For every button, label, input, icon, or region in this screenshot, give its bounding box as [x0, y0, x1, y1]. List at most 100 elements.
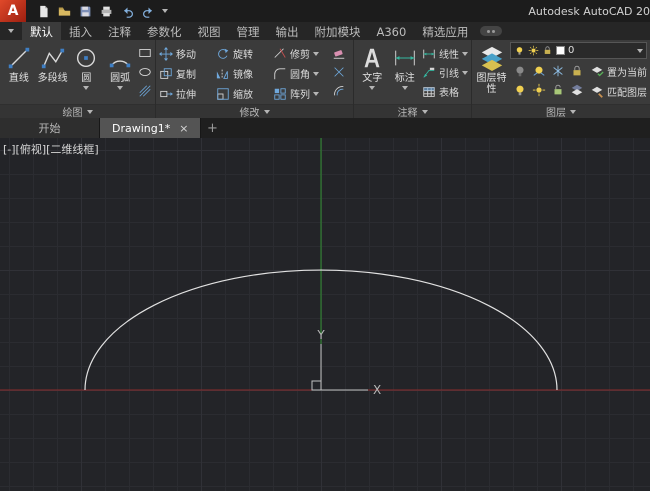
layer-dropdown-caret[interactable] — [637, 48, 643, 53]
tab-output[interactable]: 输出 — [268, 22, 307, 40]
text-icon — [359, 45, 385, 71]
array-button[interactable]: 阵列 — [273, 84, 330, 103]
app-menu-icon[interactable] — [0, 22, 22, 40]
current-layer-name: 0 — [568, 45, 575, 56]
undo-icon[interactable] — [120, 4, 135, 19]
leader-flyout-caret[interactable] — [462, 70, 468, 75]
leader-button[interactable]: 引线 — [422, 63, 468, 82]
plot-icon[interactable] — [99, 4, 114, 19]
circle-button[interactable]: 圆 — [71, 42, 103, 104]
panel-annotation: 文字 标注 线性 引线 表格 注释 — [354, 40, 472, 119]
hatch-button[interactable] — [138, 83, 152, 99]
layer-on-button[interactable] — [510, 80, 529, 99]
layer-off-button[interactable] — [510, 61, 529, 80]
infocenter-icon[interactable] — [480, 22, 503, 40]
polyline-icon — [40, 45, 66, 71]
layer-select-dropdown[interactable]: 0 — [510, 42, 647, 59]
new-tab-button[interactable]: + — [201, 118, 223, 138]
autocad-logo[interactable]: A — [0, 0, 26, 22]
ucs-icon: Y X — [311, 328, 381, 397]
table-button[interactable]: 表格 — [422, 82, 468, 101]
tab-manage[interactable]: 管理 — [229, 22, 268, 40]
trim-flyout-caret[interactable] — [313, 51, 319, 56]
tab-insert[interactable]: 插入 — [61, 22, 100, 40]
tab-parametric[interactable]: 参数化 — [139, 22, 190, 40]
linear-dim-button[interactable]: 线性 — [422, 44, 468, 63]
layer-isolate-button[interactable] — [529, 61, 548, 80]
dimension-button[interactable]: 标注 — [390, 42, 421, 104]
dimension-icon — [392, 45, 418, 71]
open-folder-icon[interactable] — [57, 4, 72, 19]
lock-icon — [542, 45, 553, 56]
panel-layers: 图层特性 0 置为当前 匹配图层 图层 — [472, 40, 650, 119]
layer-thaw-button[interactable] — [529, 80, 548, 99]
tab-featured-apps[interactable]: 精选应用 — [414, 22, 476, 40]
layer-color-swatch — [556, 46, 565, 55]
linear-flyout-caret[interactable] — [462, 51, 468, 56]
panel-title-modify[interactable]: 修改 — [156, 104, 353, 119]
tab-a360[interactable]: A360 — [369, 22, 415, 40]
save-icon[interactable] — [78, 4, 93, 19]
panel-title-annotation[interactable]: 注释 — [354, 104, 471, 119]
trim-button[interactable]: 修剪 — [273, 44, 330, 63]
file-tab-bar: 开始 Drawing1* × + — [0, 118, 650, 138]
layer-properties-icon — [479, 45, 505, 71]
rectangle-button[interactable] — [138, 45, 152, 61]
stretch-button[interactable]: 拉伸 — [159, 84, 216, 103]
circle-flyout-caret[interactable] — [83, 86, 90, 90]
close-tab-icon[interactable]: × — [179, 123, 188, 134]
ribbon-tab-bar: 默认 插入 注释 参数化 视图 管理 输出 附加模块 A360 精选应用 — [0, 22, 650, 40]
tab-home[interactable]: 默认 — [22, 22, 61, 40]
tab-annotate[interactable]: 注释 — [100, 22, 139, 40]
layer-unlock-button[interactable] — [548, 80, 567, 99]
app-title: Autodesk AutoCAD 20 — [528, 4, 650, 18]
arc-flyout-caret[interactable] — [117, 86, 124, 90]
explode-button[interactable] — [332, 64, 346, 80]
tab-addins[interactable]: 附加模块 — [307, 22, 369, 40]
ucs-y-label: Y — [316, 328, 325, 342]
workspace-caret-icon[interactable] — [162, 9, 168, 13]
mirror-button[interactable]: 镜像 — [216, 64, 273, 83]
layer-freeze-button[interactable] — [548, 61, 567, 80]
match-layer-button[interactable]: 匹配图层 — [590, 82, 647, 101]
ribbon: 直线 多段线 圆 圆弧 绘图 移动 旋转 修剪 复制 镜像 圆角 拉伸 缩放 阵… — [0, 40, 650, 119]
scale-button[interactable]: 缩放 — [216, 84, 273, 103]
copy-button[interactable]: 复制 — [159, 64, 216, 83]
drawing-area[interactable]: [-][俯视][二维线框] Y X — [0, 138, 650, 491]
fillet-flyout-caret[interactable] — [313, 71, 319, 76]
ucs-x-label: X — [373, 383, 381, 397]
arc-button[interactable]: 圆弧 — [104, 42, 136, 104]
offset-button[interactable] — [332, 83, 346, 99]
layer-properties-button[interactable]: 图层特性 — [475, 42, 508, 104]
rotate-button[interactable]: 旋转 — [216, 44, 273, 63]
text-button[interactable]: 文字 — [357, 42, 388, 104]
redo-icon[interactable] — [141, 4, 156, 19]
set-current-button[interactable]: 置为当前 — [590, 62, 647, 81]
array-flyout-caret[interactable] — [313, 91, 319, 96]
file-tab-start[interactable]: 开始 — [0, 118, 100, 138]
polyline-button[interactable]: 多段线 — [37, 42, 69, 104]
line-button[interactable]: 直线 — [3, 42, 35, 104]
panel-title-draw[interactable]: 绘图 — [0, 104, 155, 119]
panel-title-layers[interactable]: 图层 — [472, 104, 650, 119]
panel-draw: 直线 多段线 圆 圆弧 绘图 — [0, 40, 156, 119]
model-space: Y X — [0, 138, 650, 397]
arc-icon — [107, 45, 133, 71]
layer-fade-button[interactable] — [567, 80, 586, 99]
file-tab-drawing1[interactable]: Drawing1* × — [100, 118, 202, 138]
text-flyout-caret[interactable] — [369, 86, 376, 90]
ellipse-button[interactable] — [138, 64, 152, 80]
sun-icon — [528, 45, 539, 56]
erase-button[interactable] — [332, 45, 346, 61]
layer-lock-button[interactable] — [567, 61, 586, 80]
panel-modify: 移动 旋转 修剪 复制 镜像 圆角 拉伸 缩放 阵列 修改 — [156, 40, 354, 119]
move-button[interactable]: 移动 — [159, 44, 216, 63]
new-file-icon[interactable] — [36, 4, 51, 19]
fillet-button[interactable]: 圆角 — [273, 64, 330, 83]
circle-icon — [73, 45, 99, 71]
line-icon — [6, 45, 32, 71]
dimension-flyout-caret[interactable] — [401, 86, 408, 90]
tab-view[interactable]: 视图 — [190, 22, 229, 40]
viewport-controls[interactable]: [-][俯视][二维线框] — [3, 141, 99, 157]
title-bar: A Autodesk AutoCAD 20 — [0, 0, 650, 22]
